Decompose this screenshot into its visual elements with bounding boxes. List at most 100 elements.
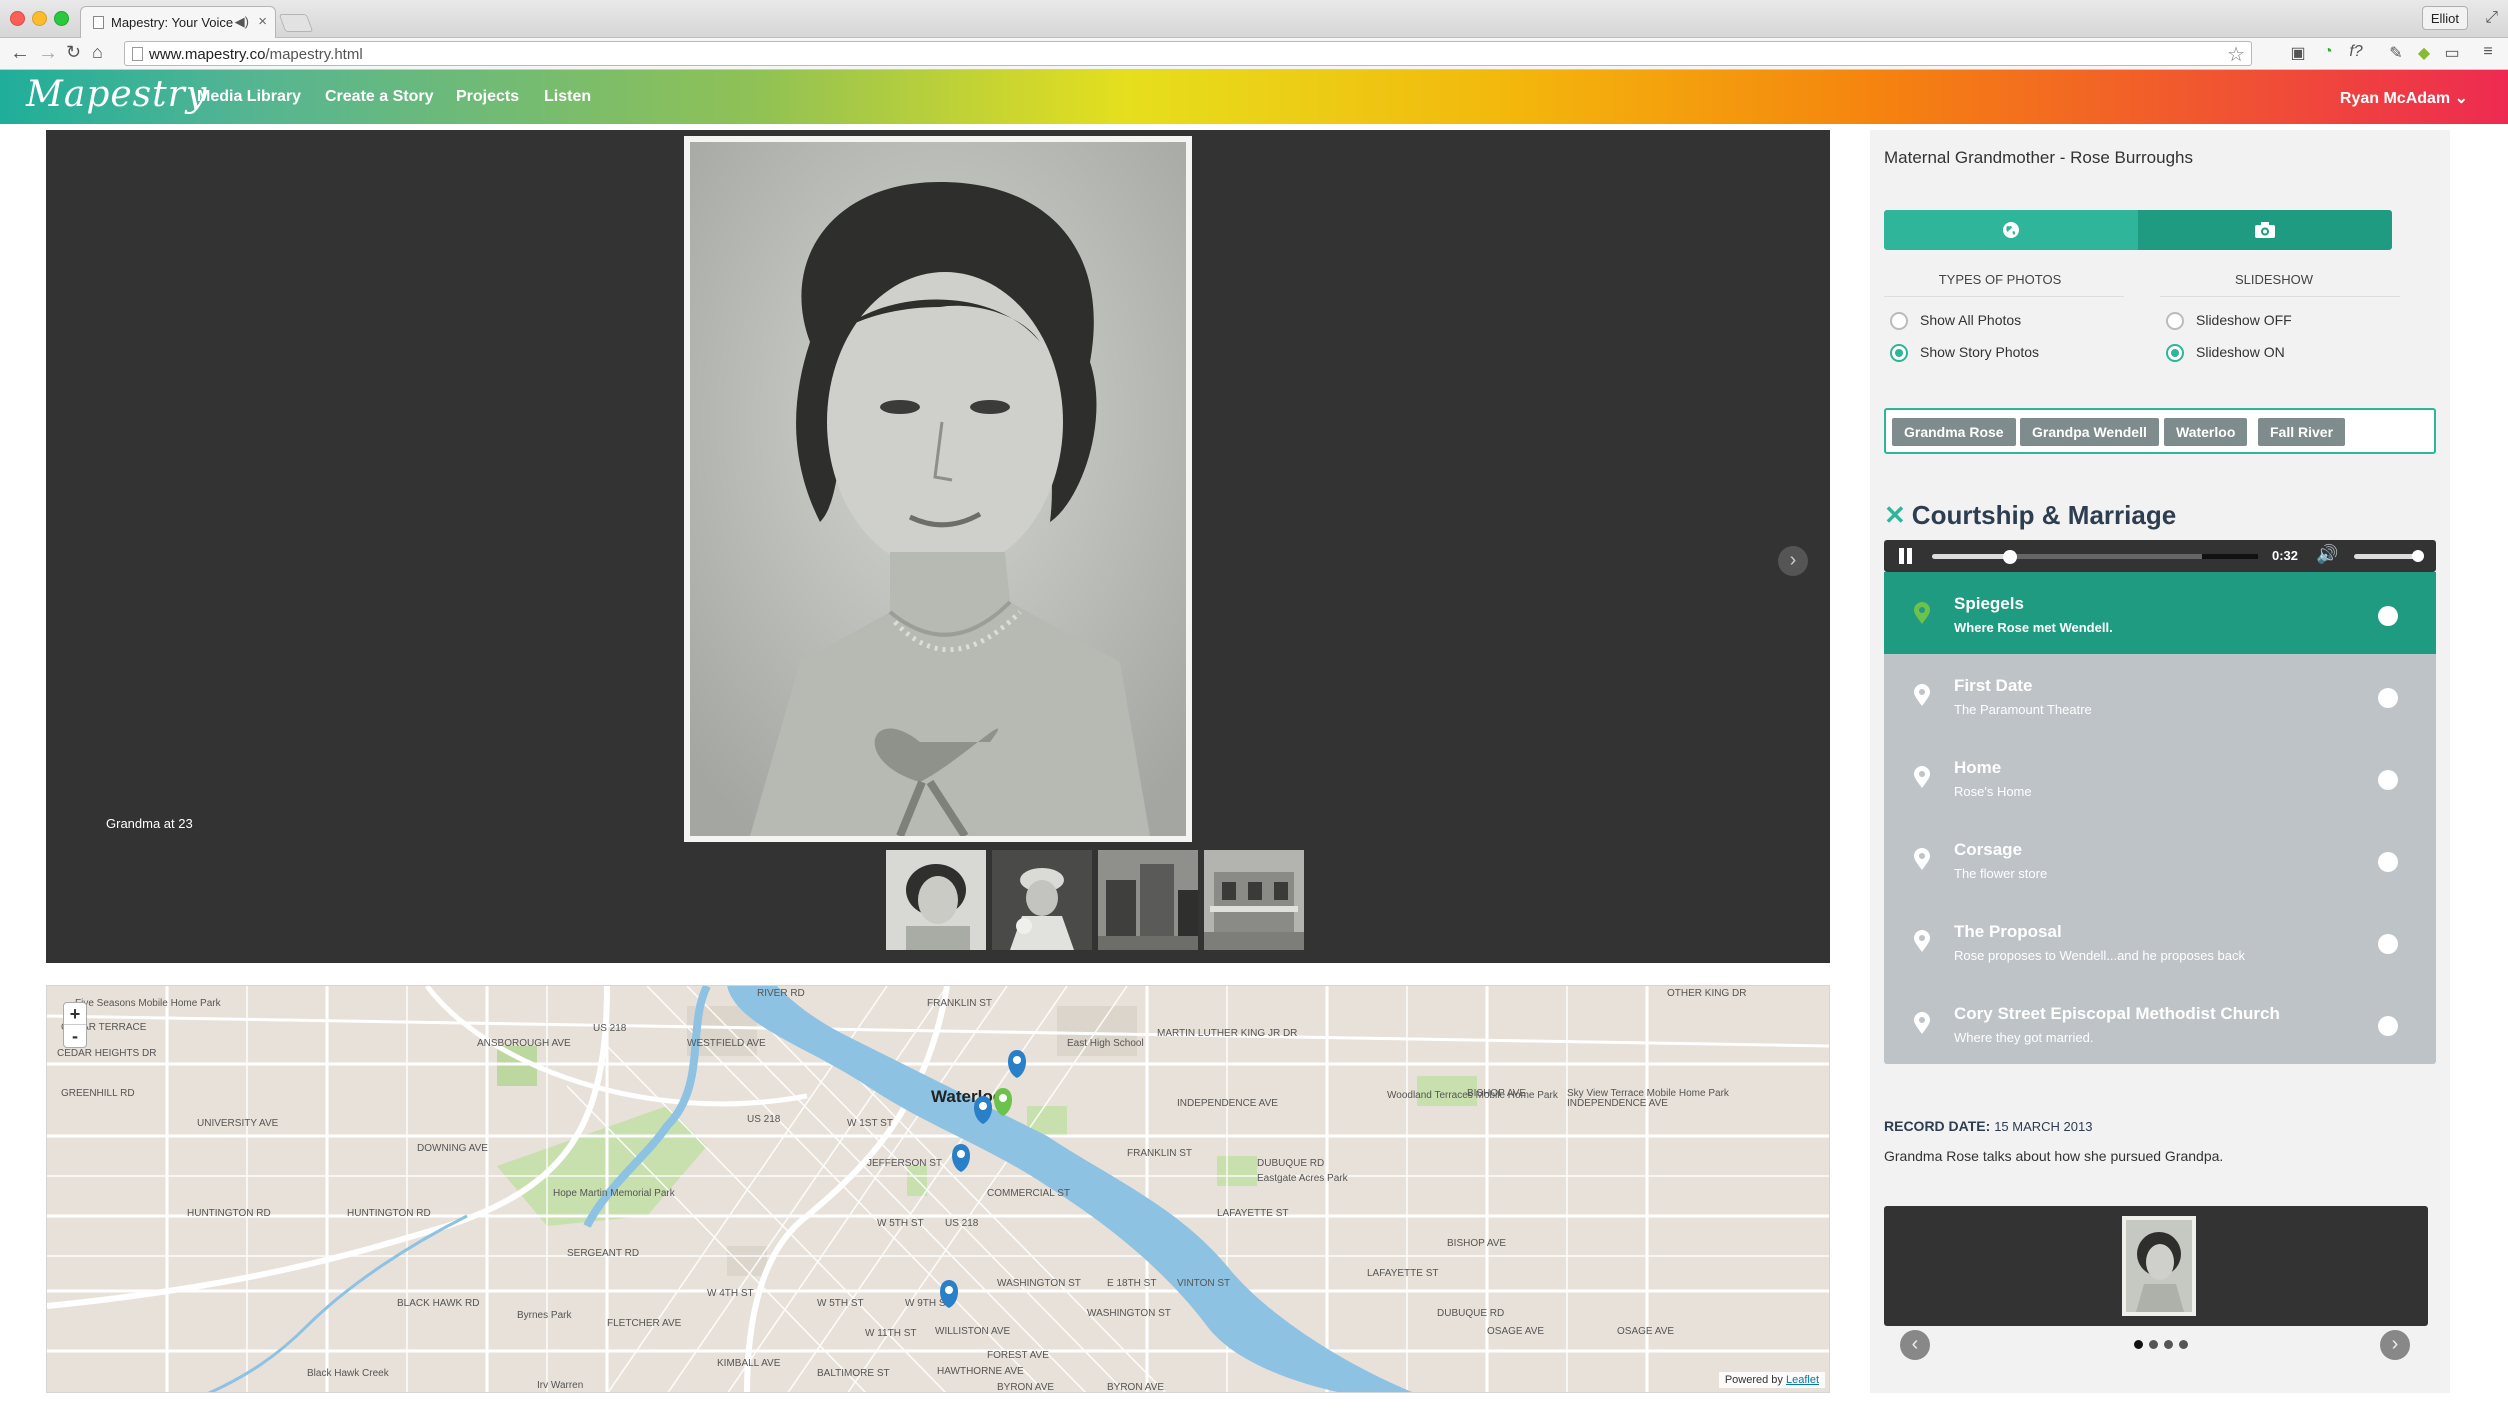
- radio-label: Show Story Photos: [1920, 344, 2040, 360]
- map-label-university: UNIVERSITY AVE: [197, 1118, 279, 1129]
- volume-slider[interactable]: [2354, 550, 2424, 562]
- audio-progress-bar[interactable]: [1932, 550, 2258, 564]
- app-header: Mapestry Media Library Create a Story Pr…: [0, 70, 2508, 124]
- carousel-photo[interactable]: [2122, 1216, 2196, 1316]
- stop-title: Spiegels: [1954, 594, 2024, 613]
- close-tab-icon[interactable]: ×: [258, 13, 267, 30]
- map-label-jefferson: JEFFERSON ST: [867, 1158, 942, 1169]
- map-label-blackhawk-creek: Black Hawk Creek: [307, 1368, 390, 1379]
- map-label-lafayette: LAFAYETTE ST: [1217, 1208, 1289, 1219]
- map-label-city: Waterloo: [931, 1087, 1003, 1106]
- story-stop[interactable]: First Date The Paramount Theatre: [1884, 654, 2436, 736]
- zoom-window-button[interactable]: [54, 11, 69, 26]
- back-icon[interactable]: ←: [10, 42, 30, 65]
- map-label-dubuque: DUBUQUE RD: [1257, 1158, 1324, 1169]
- photo-view-button[interactable]: [2138, 210, 2392, 250]
- map-pin-icon: [1914, 848, 1930, 870]
- map[interactable]: Five Seasons Mobile Home Park US 218 Eas…: [46, 985, 1830, 1393]
- map-label-five-seasons: Five Seasons Mobile Home Park: [75, 998, 222, 1009]
- map-label-vinton: VINTON ST: [1177, 1278, 1230, 1289]
- user-menu[interactable]: Ryan McAdam ⌄: [2340, 88, 2468, 108]
- map-label-greenhill: GREENHILL RD: [61, 1088, 135, 1099]
- reload-icon[interactable]: ↻: [66, 42, 81, 63]
- map-pin-icon: [1914, 602, 1930, 624]
- stop-indicator[interactable]: [2378, 1016, 2398, 1036]
- logo[interactable]: Mapestry: [26, 74, 207, 115]
- stop-indicator[interactable]: [2378, 770, 2398, 790]
- story-stop[interactable]: Cory Street Episcopal Methodist Church W…: [1884, 982, 2436, 1064]
- bookmark-star-icon[interactable]: ☆: [2227, 42, 2245, 67]
- nav-projects[interactable]: Projects: [456, 88, 519, 106]
- map-pin-blue-1: [1008, 1050, 1026, 1078]
- nav-create-story[interactable]: Create a Story: [325, 88, 434, 106]
- stop-indicator[interactable]: [2378, 688, 2398, 708]
- pause-icon[interactable]: [1898, 548, 1914, 564]
- fullscreen-icon[interactable]: ⤢: [2485, 9, 2498, 27]
- close-story-icon[interactable]: ✕: [1884, 500, 1906, 530]
- browser-tab[interactable]: Mapestry: Your Voice M ◀) ×: [80, 6, 276, 38]
- pager-dot[interactable]: [2149, 1340, 2158, 1349]
- minimize-window-button[interactable]: [32, 11, 47, 26]
- pager-dot[interactable]: [2164, 1340, 2173, 1349]
- story-stop[interactable]: Home Rose's Home: [1884, 736, 2436, 818]
- thumbnail-bride-portrait[interactable]: [992, 850, 1092, 950]
- leaflet-link[interactable]: Leaflet: [1786, 1374, 1819, 1386]
- map-label-blackhawk: BLACK HAWK RD: [397, 1298, 479, 1309]
- radio-show-all-photos[interactable]: Show All Photos: [1890, 312, 2021, 331]
- progress-handle[interactable]: [2003, 550, 2018, 564]
- radio-circle-selected: [1890, 344, 1908, 363]
- thumbnail-house[interactable]: [1204, 850, 1304, 950]
- zoom-in-button[interactable]: +: [64, 1003, 86, 1025]
- carousel-prev-button[interactable]: ‹: [1900, 1330, 1930, 1360]
- story-stop[interactable]: Spiegels Where Rose met Wendell.: [1884, 572, 2436, 654]
- pager-dot-active[interactable]: [2134, 1340, 2143, 1349]
- thumbnail-grandma-portrait[interactable]: [886, 850, 986, 950]
- extension-cast-icon[interactable]: ▭: [2442, 43, 2462, 63]
- story-stop[interactable]: Corsage The flower store: [1884, 818, 2436, 900]
- nav-media-library[interactable]: Media Library: [197, 88, 301, 106]
- radio-slideshow-on[interactable]: Slideshow ON: [2166, 344, 2285, 363]
- map-view-button[interactable]: [1884, 210, 2138, 250]
- map-label-huntington-2: HUNTINGTON RD: [347, 1208, 431, 1219]
- stop-title: Home: [1954, 758, 2002, 777]
- volume-icon[interactable]: 🔊: [2316, 544, 2338, 565]
- map-label-w5th-2: W 5TH ST: [877, 1218, 924, 1229]
- tag-filter[interactable]: Grandma Rose Grandpa Wendell Waterloo Fa…: [1884, 408, 2436, 454]
- pager-dot[interactable]: [2179, 1340, 2188, 1349]
- extension-fonts-icon[interactable]: f?: [2346, 43, 2366, 63]
- stop-indicator[interactable]: [2378, 852, 2398, 872]
- tag-waterloo[interactable]: Waterloo: [2164, 418, 2248, 446]
- stop-indicator[interactable]: [2378, 606, 2398, 626]
- extension-android-icon[interactable]: ◆: [2414, 43, 2434, 63]
- home-icon[interactable]: ⌂: [92, 42, 103, 63]
- radio-slideshow-off[interactable]: Slideshow OFF: [2166, 312, 2292, 331]
- extension-1-icon[interactable]: ▣: [2288, 43, 2308, 63]
- globe-icon: [2003, 222, 2019, 238]
- map-label-franklin: FRANKLIN ST: [1127, 1148, 1192, 1159]
- next-photo-button[interactable]: ›: [1778, 546, 1808, 576]
- nav-listen[interactable]: Listen: [544, 88, 591, 106]
- map-label-washington-2: WASHINGTON ST: [1087, 1308, 1171, 1319]
- profile-button[interactable]: Elliot: [2421, 6, 2468, 30]
- tag-grandma-rose[interactable]: Grandma Rose: [1892, 418, 2016, 446]
- zoom-out-button[interactable]: -: [64, 1025, 86, 1047]
- new-tab-button[interactable]: [278, 14, 314, 32]
- thumbnail-downtown-buildings[interactable]: [1098, 850, 1198, 950]
- stop-indicator[interactable]: [2378, 934, 2398, 954]
- menu-icon[interactable]: ≡: [2478, 43, 2498, 63]
- volume-handle[interactable]: [2412, 550, 2424, 562]
- map-label-independence: INDEPENDENCE AVE: [1177, 1098, 1278, 1109]
- forward-icon[interactable]: →: [38, 42, 58, 65]
- map-label-irv-warren: Irv Warren: [537, 1380, 583, 1391]
- story-panel: Maternal Grandmother - Rose Burroughs TY…: [1870, 130, 2450, 1393]
- close-window-button[interactable]: [10, 11, 25, 26]
- address-bar[interactable]: www.mapestry.co/mapestry.html ☆: [124, 41, 2252, 66]
- story-stop[interactable]: The Proposal Rose proposes to Wendell...…: [1884, 900, 2436, 982]
- radio-show-story-photos[interactable]: Show Story Photos: [1890, 344, 2040, 363]
- extension-eyedropper-icon[interactable]: ✎: [2386, 43, 2406, 63]
- carousel-next-button[interactable]: ›: [2380, 1330, 2410, 1360]
- tag-fall-river[interactable]: Fall River: [2258, 418, 2346, 446]
- extension-2-icon[interactable]: ◔: [2318, 43, 2338, 63]
- map-label-us218-south: US 218: [945, 1218, 979, 1229]
- tag-grandpa-wendell[interactable]: Grandpa Wendell: [2020, 418, 2159, 446]
